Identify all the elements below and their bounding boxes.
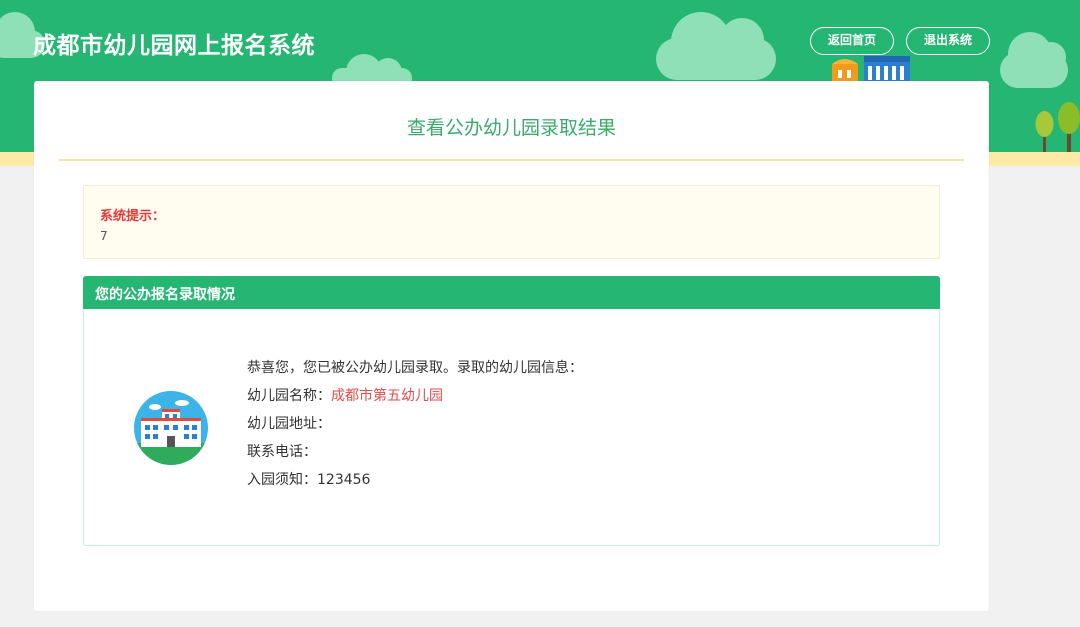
kindergarten-address-label: 幼儿园地址： bbox=[247, 416, 331, 432]
site-title: 成都市幼儿园网上报名系统 bbox=[33, 33, 315, 59]
contact-phone-label: 联系电话： bbox=[247, 444, 317, 460]
contact-phone-row: 联系电话： bbox=[247, 442, 583, 470]
page-title: 查看公办幼儿园录取结果 bbox=[406, 117, 616, 139]
main-card: 查看公办幼儿园录取结果 系统提示： 7 您的公办报名录取情况 恭喜您，您已被公办… bbox=[34, 81, 989, 611]
logout-button[interactable]: 退出系统 bbox=[906, 27, 990, 55]
system-notice: 系统提示： 7 bbox=[83, 185, 940, 259]
title-divider bbox=[59, 159, 964, 161]
admission-info: 恭喜您，您已被公办幼儿园录取。录取的幼儿园信息： 幼儿园名称：成都市第五幼儿园 … bbox=[247, 358, 583, 498]
enrollment-notes-row: 入园须知：123456 bbox=[247, 470, 583, 498]
kindergarten-name-row: 幼儿园名称：成都市第五幼儿园 bbox=[247, 386, 583, 414]
congrats-message: 恭喜您，您已被公办幼儿园录取。录取的幼儿园信息： bbox=[247, 360, 583, 376]
kindergarten-name-value: 成都市第五幼儿园 bbox=[331, 388, 443, 404]
school-building-icon bbox=[134, 391, 208, 465]
kindergarten-address-row: 幼儿园地址： bbox=[247, 414, 583, 442]
cloud-decoration bbox=[1000, 32, 1068, 88]
home-button[interactable]: 返回首页 bbox=[810, 27, 894, 55]
enrollment-notes-label: 入园须知： bbox=[247, 472, 317, 488]
kindergarten-buildings-icon bbox=[832, 56, 910, 82]
notice-label: 系统提示： bbox=[100, 209, 166, 224]
notice-text: 7 bbox=[100, 229, 108, 243]
cloud-decoration bbox=[656, 12, 776, 80]
panel-title: 您的公办报名录取情况 bbox=[95, 287, 235, 303]
kindergarten-name-label: 幼儿园名称： bbox=[247, 388, 331, 404]
trees-icon bbox=[1035, 102, 1080, 156]
admission-result-panel: 您的公办报名录取情况 恭喜您，您已被公办幼儿园录取。录取的幼儿园信息： 幼儿园名… bbox=[83, 276, 940, 546]
panel-header: 您的公办报名录取情况 bbox=[83, 276, 940, 309]
enrollment-notes-value: 123456 bbox=[317, 472, 371, 488]
